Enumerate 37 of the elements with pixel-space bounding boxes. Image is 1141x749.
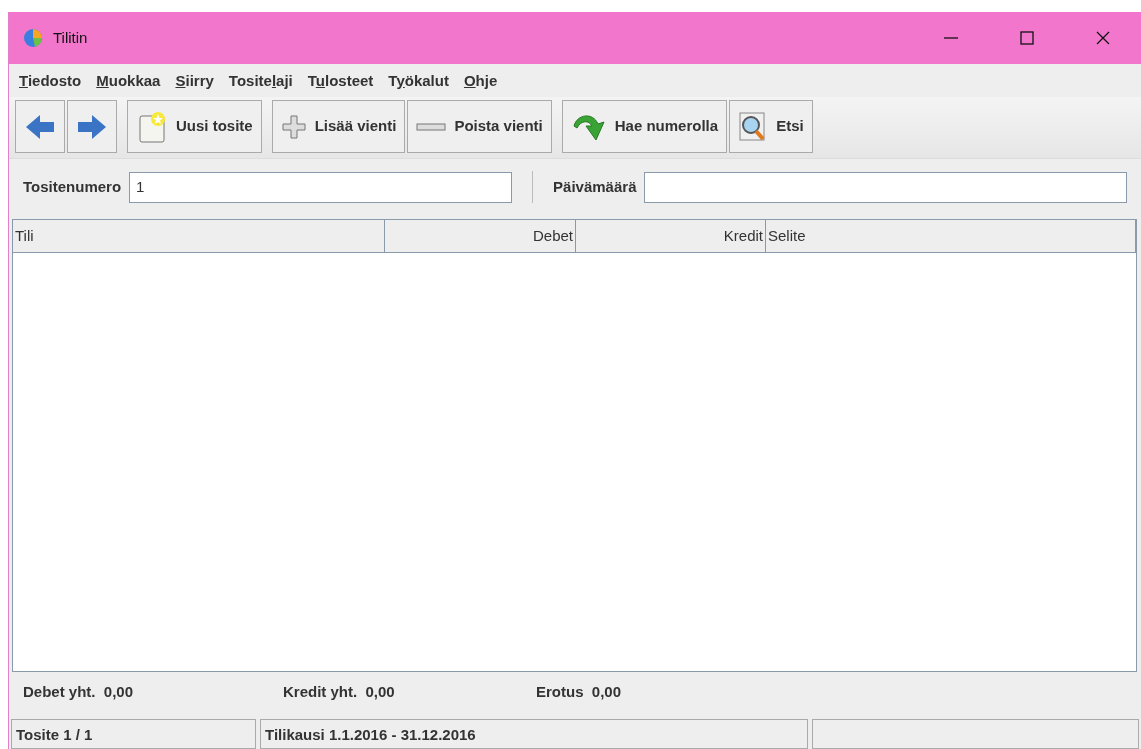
back-button[interactable]: [15, 100, 65, 153]
menu-item[interactable]: Siirry: [175, 70, 214, 91]
input-field[interactable]: 1: [129, 171, 513, 203]
plus-icon: [280, 113, 307, 140]
menu-item[interactable]: Ohje: [463, 70, 498, 91]
total-label: Erotus 0,00: [536, 682, 623, 702]
minus-icon: [416, 121, 447, 132]
forward-button[interactable]: [67, 100, 117, 153]
close-icon: [1096, 31, 1110, 45]
total-label: Kredit yht. 0,00: [283, 682, 396, 702]
column-header[interactable]: Tili: [13, 220, 385, 252]
field-label: Tositenumero: [23, 176, 122, 197]
minimize-icon: [943, 37, 959, 39]
maximize-icon: [1020, 31, 1034, 45]
menu-item[interactable]: Työkalut: [388, 70, 449, 91]
toolbar-button[interactable]: Etsi: [729, 100, 813, 153]
menu-item[interactable]: Muokkaa: [96, 70, 161, 91]
back-arrow-icon: [24, 112, 56, 141]
status-text: Tosite 1 / 1: [16, 726, 93, 743]
menu-item[interactable]: Tiedosto: [19, 70, 82, 91]
toolbar-button[interactable]: Poista vienti: [407, 100, 552, 153]
status-text: Tilikausi 1.1.2016 - 31.12.2016: [265, 726, 476, 743]
column-header[interactable]: Debet: [385, 220, 576, 252]
menu-item[interactable]: Tositelaji: [228, 70, 293, 91]
field-label: Päivämäärä: [553, 176, 637, 197]
new-document-icon: [136, 109, 168, 144]
column-header[interactable]: Selite: [766, 220, 1136, 252]
input-field[interactable]: [644, 171, 1127, 203]
toolbar-button[interactable]: Uusi tosite: [127, 100, 262, 153]
app-logo-icon: [23, 28, 43, 48]
toolbar-button[interactable]: Hae numerolla: [561, 100, 728, 153]
total-label: Debet yht. 0,00: [23, 682, 135, 702]
toolbar-button[interactable]: Lisää vienti: [271, 100, 406, 153]
window-title: Tilitin: [53, 27, 88, 48]
column-header[interactable]: Kredit: [576, 220, 766, 252]
forward-arrow-icon: [76, 112, 108, 141]
menu-item[interactable]: Tulosteet: [307, 70, 374, 91]
